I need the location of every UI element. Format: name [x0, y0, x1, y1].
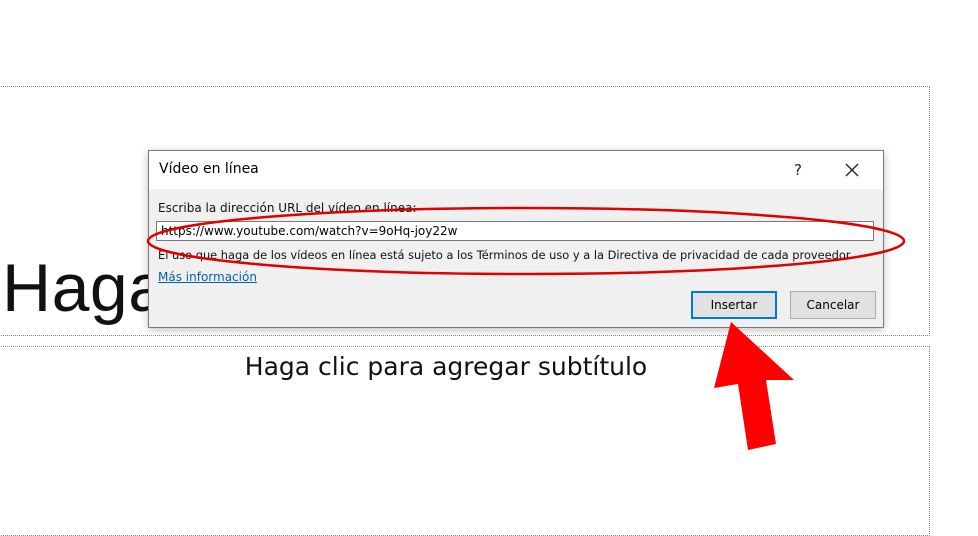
help-button[interactable]: ? — [789, 159, 807, 181]
terms-text: El uso que haga de los vídeos en línea e… — [158, 248, 854, 262]
online-video-dialog: Vídeo en línea ? Escriba la dirección UR… — [148, 150, 884, 328]
cancel-button[interactable]: Cancelar — [790, 291, 876, 319]
dialog-title: Vídeo en línea — [159, 161, 259, 177]
insert-button[interactable]: Insertar — [691, 291, 777, 319]
slide-title-left: Haga — [2, 250, 167, 326]
close-button[interactable] — [835, 157, 869, 183]
url-input[interactable] — [156, 221, 874, 241]
dialog-titlebar[interactable]: Vídeo en línea ? — [149, 151, 883, 189]
slide-subtitle: Haga clic para agregar subtítulo — [244, 352, 648, 381]
url-label: Escriba la dirección URL del vídeo en lí… — [158, 201, 417, 215]
insert-button-label: Insertar — [710, 298, 758, 312]
cancel-button-label: Cancelar — [806, 298, 860, 312]
more-info-link[interactable]: Más información — [158, 270, 257, 284]
close-icon — [845, 163, 859, 177]
